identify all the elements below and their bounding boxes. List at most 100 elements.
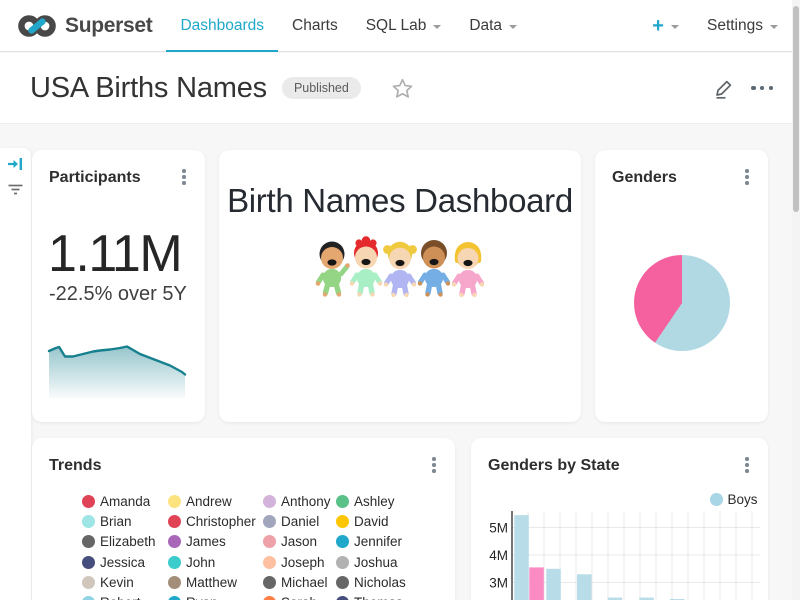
bar-girls-1 — [529, 567, 544, 600]
legend-item-boys[interactable]: Boys — [705, 492, 758, 507]
legend-dot — [82, 495, 95, 508]
main-nav: Dashboards Charts SQL Lab Data — [166, 0, 531, 52]
card-genders-by-state: Genders by State Boys 5M 4M 3M — [471, 438, 768, 600]
kebab-menu-icon[interactable] — [180, 167, 188, 187]
legend-label: Joseph — [281, 555, 325, 570]
legend-dot — [168, 495, 181, 508]
scrollbar-track[interactable] — [792, 0, 800, 600]
legend-dot — [263, 495, 276, 508]
legend-item-andrew[interactable]: Andrew — [168, 494, 263, 509]
legend-item-sarah[interactable]: Sarah — [263, 595, 336, 600]
legend-item-christopher[interactable]: Christopher — [168, 514, 263, 529]
legend-label: Michael — [281, 575, 328, 590]
new-dropdown-button[interactable]: + — [652, 16, 679, 36]
legend-label: Nicholas — [354, 575, 406, 590]
legend-dot — [263, 515, 276, 528]
legend-label: Ashley — [354, 494, 395, 509]
y-tick-3m: 3M — [489, 576, 508, 591]
legend-dot — [336, 576, 349, 589]
legend-item-daniel[interactable]: Daniel — [263, 514, 336, 529]
bar-boys-3 — [577, 574, 592, 600]
legend-item-amanda[interactable]: Amanda — [82, 494, 168, 509]
nav-label: Data — [469, 17, 502, 35]
legend-item-brian[interactable]: Brian — [82, 514, 168, 529]
legend-dot — [168, 515, 181, 528]
legend-item-ryan[interactable]: Ryan — [168, 595, 263, 600]
legend-item-michael[interactable]: Michael — [263, 575, 336, 590]
chart-title: Genders — [612, 169, 677, 187]
filter-bar-collapsed — [0, 148, 31, 600]
more-ellipsis-icon[interactable] — [749, 82, 775, 94]
settings-menu[interactable]: Settings — [707, 17, 778, 35]
legend-item-robert[interactable]: Robert — [82, 595, 168, 600]
legend-label: Robert — [100, 595, 141, 600]
legend-label: Christopher — [186, 514, 256, 529]
legend-label: Thomas — [354, 595, 403, 600]
nav-label: Charts — [292, 17, 338, 35]
expand-filter-bar-icon[interactable] — [7, 156, 24, 177]
legend-item-ashley[interactable]: Ashley — [336, 494, 426, 509]
edit-pencil-icon[interactable] — [713, 77, 735, 100]
legend-dot — [263, 576, 276, 589]
legend-item-jessica[interactable]: Jessica — [82, 555, 168, 570]
card-genders: Genders — [595, 150, 768, 422]
legend-item-nicholas[interactable]: Nicholas — [336, 575, 426, 590]
scrollbar-thumb[interactable] — [793, 6, 799, 212]
legend-dot — [82, 596, 95, 600]
legend-item-anthony[interactable]: Anthony — [263, 494, 336, 509]
legend-item-joshua[interactable]: Joshua — [336, 555, 426, 570]
caret-down-icon — [770, 25, 778, 29]
legend-item-joseph[interactable]: Joseph — [263, 555, 336, 570]
favorite-star-icon[interactable] — [392, 78, 413, 99]
kebab-menu-icon[interactable] — [743, 167, 751, 187]
filter-icon[interactable] — [7, 182, 24, 203]
legend-item-james[interactable]: James — [168, 534, 263, 549]
nav-item-dashboards[interactable]: Dashboards — [166, 0, 278, 52]
legend-label: Anthony — [281, 494, 331, 509]
legend-label: John — [186, 555, 215, 570]
kebab-menu-icon[interactable] — [743, 455, 751, 475]
legend-label: David — [354, 514, 389, 529]
kebab-menu-icon[interactable] — [430, 455, 438, 475]
legend-item-matthew[interactable]: Matthew — [168, 575, 263, 590]
status-badge[interactable]: Published — [282, 77, 361, 99]
legend-dot — [168, 576, 181, 589]
legend-item-thomas[interactable]: Thomas — [336, 595, 426, 600]
legend-dot — [82, 535, 95, 548]
caret-down-icon — [509, 25, 517, 29]
bar-boys-0 — [514, 515, 529, 600]
legend-label: Jennifer — [354, 534, 402, 549]
legend-item-kevin[interactable]: Kevin — [82, 575, 168, 590]
page-title: USA Births Names — [30, 72, 267, 105]
legend-item-john[interactable]: John — [168, 555, 263, 570]
legend-label: Ryan — [186, 595, 218, 600]
nav-item-charts[interactable]: Charts — [278, 0, 352, 52]
superset-logo-icon — [18, 11, 56, 41]
nav-item-data[interactable]: Data — [455, 0, 531, 52]
legend-item-jennifer[interactable]: Jennifer — [336, 534, 426, 549]
nav-item-sql-lab[interactable]: SQL Lab — [352, 0, 456, 52]
participants-sparkline — [47, 342, 188, 400]
legend-dot — [82, 515, 95, 528]
legend-label: James — [186, 534, 226, 549]
legend-item-jason[interactable]: Jason — [263, 534, 336, 549]
legend-dot — [263, 596, 276, 600]
caret-down-icon — [671, 25, 679, 29]
legend-label: Jessica — [100, 555, 145, 570]
card-participants: Participants 1.11M -22.5% over 5Y — [32, 150, 205, 422]
legend-item-david[interactable]: David — [336, 514, 426, 529]
chart-title: Trends — [49, 457, 101, 475]
bar-boys-2 — [546, 569, 561, 600]
nav-label: SQL Lab — [366, 17, 427, 35]
legend-label: Matthew — [186, 575, 237, 590]
legend-item-elizabeth[interactable]: Elizabeth — [82, 534, 168, 549]
superset-brand[interactable]: Superset — [18, 11, 152, 41]
legend-dot — [336, 535, 349, 548]
y-tick-4m: 4M — [489, 548, 508, 563]
genders-by-state-bar-chart: 5M 4M 3M — [481, 508, 761, 600]
legend-dot — [168, 535, 181, 548]
dashboard-header: USA Births Names Published — [0, 53, 800, 124]
legend-dot — [168, 596, 181, 600]
legend-label: Andrew — [186, 494, 232, 509]
markdown-heading: Birth Names Dashboard — [219, 182, 581, 220]
